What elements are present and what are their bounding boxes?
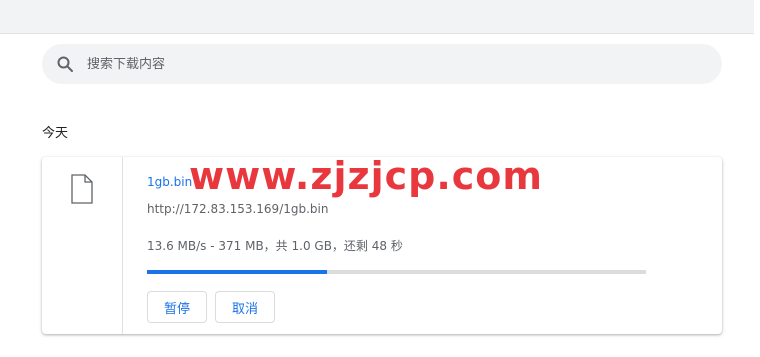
download-progress-bar <box>147 270 646 274</box>
file-icon <box>71 174 93 204</box>
download-item-card: 1gb.bin www.zjzjcp.com http://172.83.153… <box>42 157 722 334</box>
search-input[interactable] <box>87 56 687 72</box>
file-icon-column <box>42 157 123 334</box>
browser-toolbar <box>0 0 760 34</box>
search-icon[interactable] <box>56 55 74 73</box>
search-bar[interactable] <box>42 44 722 84</box>
download-source-url: http://172.83.153.169/1gb.bin <box>147 202 329 216</box>
cancel-button[interactable]: 取消 <box>215 291 275 323</box>
watermark: www.zjzjcp.com <box>189 154 543 198</box>
toolbar-edge <box>754 0 760 34</box>
download-status-text: 13.6 MB/s - 371 MB，共 1.0 GB，还剩 48 秒 <box>147 239 403 253</box>
pause-button[interactable]: 暂停 <box>147 291 207 323</box>
download-progress-fill <box>147 270 327 274</box>
download-filename-link[interactable]: 1gb.bin <box>147 175 192 189</box>
date-section-label: 今天 <box>42 126 69 141</box>
